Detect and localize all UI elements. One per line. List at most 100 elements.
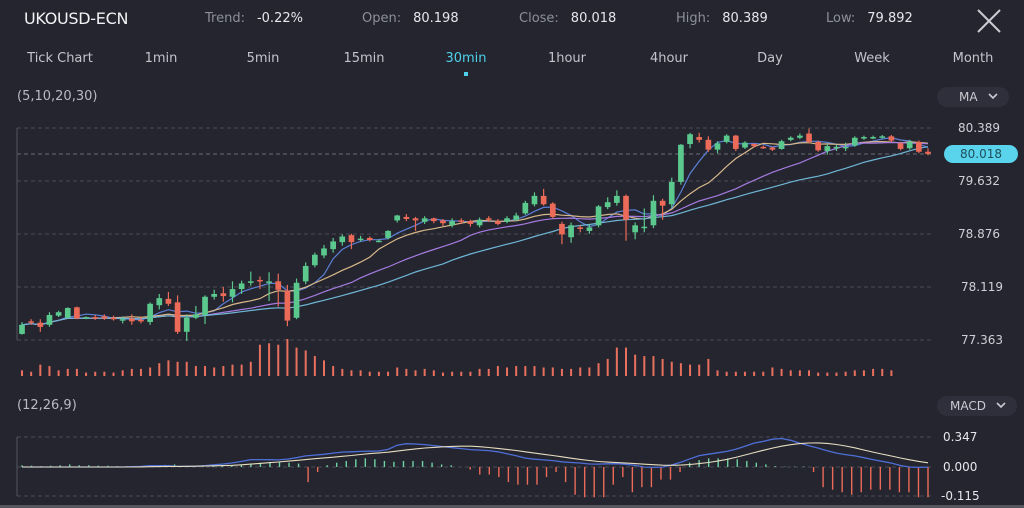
candle-down bbox=[28, 321, 34, 323]
candle-down bbox=[412, 218, 419, 221]
candle-up bbox=[312, 254, 318, 266]
volume-bar bbox=[881, 368, 884, 376]
candle-up bbox=[797, 135, 803, 138]
candle-down bbox=[165, 298, 172, 304]
volume-bar bbox=[716, 370, 719, 376]
volume-bar bbox=[780, 368, 783, 376]
candle-up bbox=[678, 144, 684, 182]
volume-bar bbox=[341, 368, 344, 376]
volume-bar bbox=[872, 368, 875, 376]
candle-down bbox=[403, 216, 410, 220]
candle-up bbox=[870, 137, 876, 139]
volume-bar bbox=[121, 370, 124, 376]
volume-bar bbox=[634, 354, 637, 376]
candle-down bbox=[110, 317, 117, 320]
candle-up bbox=[641, 226, 648, 229]
volume-bar bbox=[808, 370, 811, 376]
candle-up bbox=[851, 137, 858, 146]
candle-down bbox=[540, 195, 547, 205]
volume-bar bbox=[606, 358, 609, 376]
volume-bar bbox=[789, 370, 792, 376]
volume-bar bbox=[597, 363, 600, 376]
volume-bar bbox=[387, 371, 390, 376]
volume-bar bbox=[506, 367, 509, 376]
volume-bar bbox=[268, 343, 271, 376]
candle-up bbox=[879, 136, 886, 138]
volume-bar bbox=[451, 371, 454, 376]
volume-bar bbox=[661, 358, 664, 376]
candle-down bbox=[916, 141, 922, 152]
candle-down bbox=[348, 235, 355, 243]
volume-bar bbox=[277, 344, 280, 376]
candle-up bbox=[861, 137, 867, 139]
candle-up bbox=[824, 146, 831, 152]
candle-down bbox=[897, 143, 904, 149]
candle-down bbox=[257, 279, 263, 282]
candle-up bbox=[193, 314, 199, 318]
volume-bar bbox=[149, 367, 152, 376]
volume-bar bbox=[332, 366, 335, 376]
candle-down bbox=[925, 151, 931, 154]
volume-bar bbox=[496, 366, 499, 376]
candle-up bbox=[55, 312, 62, 316]
volume-bar bbox=[689, 364, 692, 376]
candle-down bbox=[806, 133, 812, 142]
candle-down bbox=[92, 317, 99, 319]
candle-down bbox=[458, 220, 465, 222]
candle-down bbox=[577, 227, 584, 229]
candle-up bbox=[183, 317, 190, 332]
candle-up bbox=[595, 206, 602, 226]
volume-bar bbox=[313, 356, 316, 376]
candle-down bbox=[732, 135, 739, 149]
volume-bar bbox=[460, 371, 463, 376]
volume-bar bbox=[66, 368, 69, 376]
volume-bar bbox=[515, 366, 518, 376]
candle-up bbox=[19, 324, 25, 334]
volume-bar bbox=[57, 370, 60, 376]
candle-down bbox=[495, 221, 501, 224]
candle-down bbox=[705, 139, 712, 150]
volume-bar bbox=[359, 370, 362, 376]
candle-up bbox=[632, 225, 638, 233]
volume-bar bbox=[862, 370, 865, 376]
candle-up bbox=[46, 314, 53, 325]
volume-bar bbox=[213, 367, 216, 376]
candle-down bbox=[623, 195, 629, 220]
volume-bar bbox=[579, 367, 582, 376]
volume-bar bbox=[487, 368, 490, 376]
candle-up bbox=[302, 265, 309, 282]
candle-up bbox=[339, 236, 346, 243]
volume-bar bbox=[94, 371, 97, 376]
volume-bar bbox=[570, 368, 573, 376]
volume-bar bbox=[231, 364, 234, 376]
candle-up bbox=[238, 283, 245, 290]
candle-up bbox=[421, 218, 428, 222]
candle-up bbox=[476, 219, 483, 226]
volume-bar bbox=[286, 339, 289, 376]
candlestick-chart[interactable] bbox=[0, 0, 1024, 508]
candle-up bbox=[842, 146, 849, 149]
candle-down bbox=[138, 319, 144, 322]
volume-bar bbox=[39, 364, 42, 376]
volume-bar bbox=[103, 371, 106, 376]
volume-bar bbox=[844, 371, 847, 376]
candle-up bbox=[787, 137, 794, 140]
volume-bar bbox=[707, 358, 710, 376]
candle-up bbox=[650, 200, 657, 226]
volume-bar bbox=[524, 366, 527, 376]
candle-up bbox=[833, 146, 840, 149]
candle-up bbox=[211, 293, 218, 297]
candle-up bbox=[513, 215, 520, 220]
volume-bar bbox=[423, 368, 426, 376]
macd-dea-line bbox=[22, 442, 929, 468]
candle-up bbox=[778, 141, 785, 149]
candle-up bbox=[293, 282, 300, 318]
volume-bar bbox=[304, 350, 307, 376]
volume-bar bbox=[588, 367, 591, 376]
candle-up bbox=[604, 202, 611, 208]
volume-bar bbox=[698, 364, 701, 376]
volume-bar bbox=[130, 368, 133, 376]
volume-bar bbox=[853, 370, 856, 376]
candle-down bbox=[559, 223, 565, 235]
candle-up bbox=[247, 281, 254, 283]
